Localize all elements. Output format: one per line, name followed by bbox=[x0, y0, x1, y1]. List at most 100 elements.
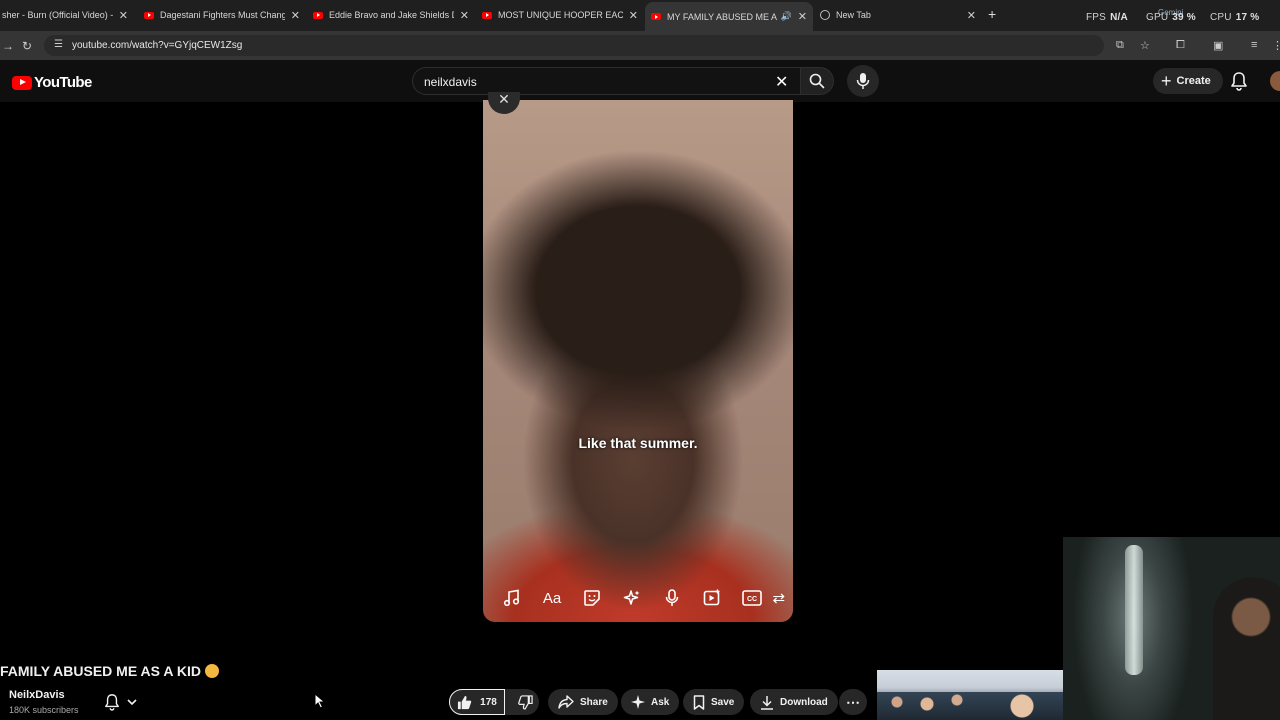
more-icon[interactable]: ⇄ bbox=[772, 583, 792, 613]
channel-name[interactable]: NeilxDavis bbox=[9, 689, 65, 701]
tab-title: Eddie Bravo and Jake Shields D bbox=[329, 10, 454, 20]
download-label: Download bbox=[780, 696, 828, 708]
gpu-value: 39 % bbox=[1172, 12, 1196, 23]
ask-button[interactable]: Ask bbox=[621, 689, 680, 715]
close-tab-icon[interactable]: ✕ bbox=[119, 9, 128, 22]
youtube-icon bbox=[144, 11, 154, 19]
globe-icon bbox=[820, 10, 830, 20]
plus-icon: + bbox=[1161, 71, 1172, 91]
tab-title: Dagestani Fighters Must Chang bbox=[160, 10, 285, 20]
subscription-notifications-button[interactable] bbox=[96, 689, 146, 715]
streamer-webcam-overlay bbox=[1063, 537, 1280, 720]
bell-icon bbox=[105, 694, 119, 711]
save-button[interactable]: Save bbox=[683, 689, 745, 715]
mouse-cursor-icon bbox=[314, 693, 326, 709]
sticker-icon[interactable] bbox=[572, 583, 612, 613]
text-icon[interactable]: Aa bbox=[532, 583, 572, 613]
close-tab-icon[interactable]: ✕ bbox=[629, 9, 638, 22]
url-text: youtube.com/watch?v=GYjqCEW1Zsg bbox=[72, 40, 243, 51]
address-toolbar: → ↻ ☰ youtube.com/watch?v=GYjqCEW1Zsg ⧉ … bbox=[0, 31, 1280, 60]
youtube-icon bbox=[482, 11, 492, 19]
video-frame[interactable] bbox=[483, 100, 793, 622]
music-icon[interactable] bbox=[492, 583, 532, 613]
browser-tab[interactable]: MOST UNIQUE HOOPER EACH ✕ bbox=[476, 3, 644, 27]
sad-face-emoji-icon bbox=[204, 664, 219, 678]
share-button[interactable]: Share bbox=[548, 689, 618, 715]
captions-icon[interactable]: CC bbox=[732, 583, 772, 613]
browser-tab[interactable]: Dagestani Fighters Must Chang ✕ bbox=[138, 3, 306, 27]
video-caption: Like that summer. bbox=[578, 435, 698, 451]
browser-tab-bar: sher - Burn (Official Video) - Y ✕ Dages… bbox=[0, 0, 1280, 31]
notifications-button[interactable] bbox=[1230, 71, 1248, 96]
thumbs-up-icon bbox=[458, 695, 472, 709]
thumbs-down-icon bbox=[517, 694, 533, 710]
gpu-label: GPU bbox=[1146, 12, 1169, 23]
cpu-value: 17 % bbox=[1235, 12, 1260, 23]
svg-text:CC: CC bbox=[747, 596, 757, 603]
video-title-text: FAMILY ABUSED ME AS A KID bbox=[0, 663, 201, 679]
picture-in-picture-thumbnail[interactable] bbox=[877, 670, 1063, 720]
create-button[interactable]: + Create bbox=[1153, 68, 1223, 94]
tab-title: MOST UNIQUE HOOPER EACH bbox=[498, 10, 623, 20]
bookmark-star-icon[interactable]: ☆ bbox=[1140, 39, 1150, 52]
split-view-icon[interactable]: ▣ bbox=[1213, 39, 1223, 52]
video-title: FAMILY ABUSED ME AS A KID bbox=[0, 663, 219, 679]
close-tab-icon[interactable]: ✕ bbox=[967, 9, 976, 22]
like-count: 178 bbox=[480, 696, 497, 708]
youtube-icon bbox=[313, 11, 323, 19]
tab-title: New Tab bbox=[836, 10, 871, 20]
chevron-down-icon bbox=[127, 699, 137, 706]
dislike-button[interactable] bbox=[511, 689, 539, 715]
search-button[interactable] bbox=[800, 67, 834, 95]
download-icon bbox=[761, 695, 773, 710]
share-icon bbox=[558, 695, 574, 709]
search-query: neilxdavis bbox=[424, 75, 477, 89]
install-app-icon[interactable]: ⧉ bbox=[1116, 39, 1124, 52]
menu-icon[interactable]: ⋮ bbox=[1272, 39, 1280, 52]
browser-tab[interactable]: sher - Burn (Official Video) - Y ✕ bbox=[0, 3, 134, 27]
stadium-crowd-image bbox=[877, 692, 1063, 720]
browser-tab[interactable]: Eddie Bravo and Jake Shields D ✕ bbox=[307, 3, 475, 27]
voice-search-button[interactable] bbox=[847, 65, 879, 97]
speaker-icon[interactable]: 🔊 bbox=[781, 11, 792, 22]
tab-title: MY FAMILY ABUSED ME AS bbox=[667, 11, 777, 22]
site-info-icon[interactable]: ☰ bbox=[54, 39, 63, 50]
voiceover-icon[interactable] bbox=[652, 583, 692, 613]
streamer-image bbox=[1213, 577, 1280, 720]
more-actions-button[interactable]: ⋯ bbox=[839, 689, 867, 715]
close-tab-icon[interactable]: ✕ bbox=[291, 9, 300, 22]
account-avatar[interactable] bbox=[1270, 71, 1280, 91]
youtube-logo-text: YouTube bbox=[34, 74, 92, 91]
reading-list-icon[interactable]: ≡ bbox=[1251, 39, 1257, 51]
close-tab-icon[interactable]: ✕ bbox=[798, 10, 807, 23]
url-field[interactable]: ☰ youtube.com/watch?v=GYjqCEW1Zsg bbox=[44, 35, 1104, 56]
microphone-icon bbox=[856, 73, 870, 89]
youtube-logo[interactable]: YouTube bbox=[12, 74, 92, 91]
fps-label: FPS bbox=[1086, 12, 1107, 23]
add-clip-icon[interactable] bbox=[692, 583, 732, 613]
lamp-image bbox=[1125, 545, 1143, 675]
like-button[interactable]: 178 bbox=[449, 689, 506, 715]
youtube-header: YouTube neilxdavis ✕ + Create bbox=[0, 60, 1280, 102]
subscriber-count: 180K subscribers bbox=[9, 705, 79, 715]
search-input[interactable]: neilxdavis ✕ bbox=[412, 67, 800, 95]
download-button[interactable]: Download bbox=[750, 689, 838, 715]
more-horizontal-icon: ⋯ bbox=[846, 693, 860, 710]
clear-search-icon[interactable]: ✕ bbox=[775, 72, 788, 92]
close-tab-icon[interactable]: ✕ bbox=[460, 9, 469, 22]
reload-icon[interactable]: ↻ bbox=[22, 39, 32, 53]
like-dislike-group: 178 bbox=[449, 689, 539, 715]
extensions-icon[interactable]: ⧠ bbox=[1176, 39, 1185, 52]
sparkle-icon bbox=[631, 695, 645, 709]
forward-icon[interactable]: → bbox=[2, 39, 14, 53]
tab-title: sher - Burn (Official Video) - Y bbox=[2, 10, 113, 20]
effects-icon[interactable] bbox=[612, 583, 652, 613]
fps-readout: FPS N/A bbox=[1086, 12, 1128, 23]
share-label: Share bbox=[580, 696, 608, 708]
youtube-icon bbox=[651, 13, 661, 20]
fps-value: N/A bbox=[1110, 12, 1128, 23]
browser-tab[interactable]: New Tab ✕ bbox=[814, 3, 982, 27]
create-label: Create bbox=[1176, 75, 1211, 87]
new-tab-button[interactable]: + bbox=[988, 6, 996, 22]
browser-tab-active[interactable]: MY FAMILY ABUSED ME AS 🔊 ✕ bbox=[645, 2, 813, 31]
